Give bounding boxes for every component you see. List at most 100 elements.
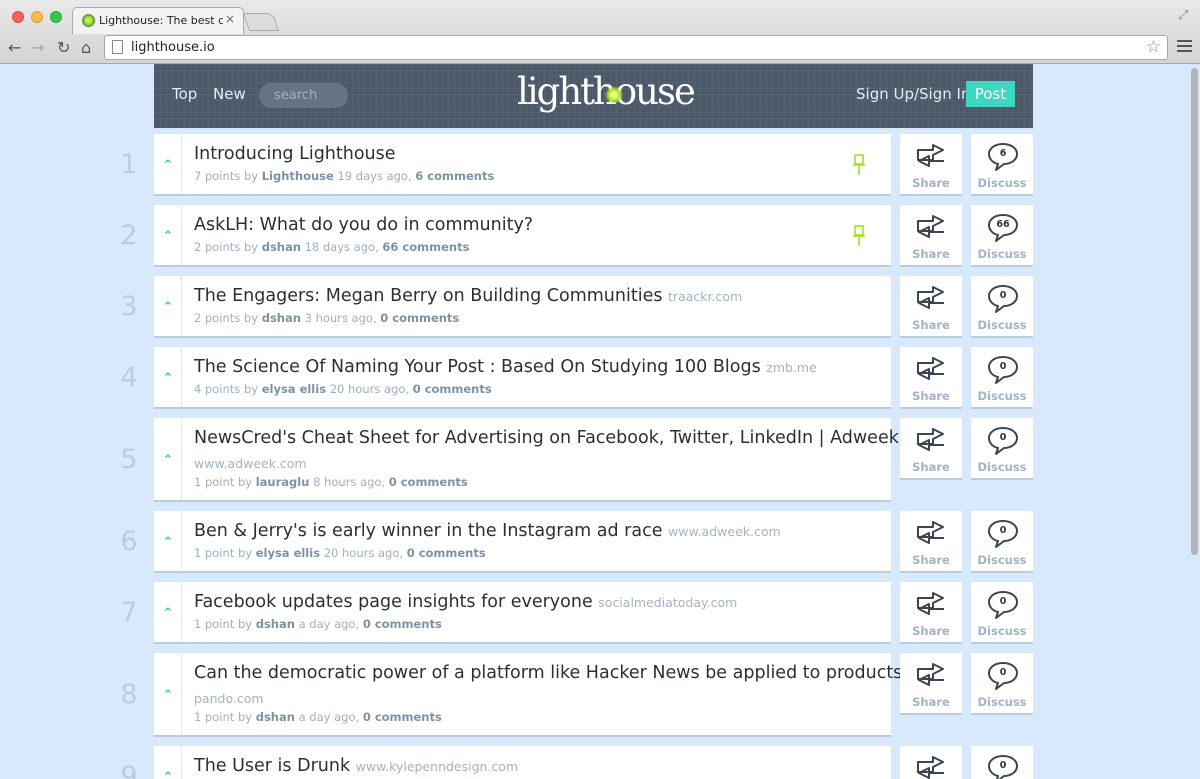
upvote-arrow-icon[interactable]: ⌃ <box>161 453 175 468</box>
page-icon <box>112 40 123 54</box>
post-author[interactable]: dshan <box>256 617 295 631</box>
discuss-button[interactable]: 66 Discuss <box>971 205 1033 267</box>
browser-tab[interactable]: Lighthouse: The best community × <box>72 7 244 34</box>
share-button[interactable]: Share <box>900 582 962 644</box>
share-button[interactable]: Share <box>900 746 962 779</box>
post-domain[interactable]: www.adweek.com <box>668 524 781 539</box>
scrollbar-thumb[interactable] <box>1191 68 1198 555</box>
close-window-button[interactable] <box>12 11 24 23</box>
upvote-arrow-icon[interactable]: ⌃ <box>161 229 175 244</box>
discuss-button[interactable]: 0Discuss <box>971 347 1033 409</box>
post-author[interactable]: dshan <box>262 240 301 254</box>
discuss-button[interactable]: 0Discuss <box>971 276 1033 338</box>
upvote-button[interactable]: ⌃ <box>154 418 182 500</box>
discuss-button[interactable]: 0Discuss <box>971 418 1033 480</box>
comment-count: 0 <box>999 432 1007 443</box>
upvote-button[interactable]: ⌃ <box>154 653 182 735</box>
post-domain[interactable]: traackr.com <box>668 289 742 304</box>
share-button[interactable]: Share <box>900 511 962 573</box>
post-comments-link[interactable]: 6 comments <box>415 169 494 183</box>
post-author[interactable]: elysa ellis <box>262 382 326 396</box>
post-card: ⌃ NewsCred's Cheat Sheet for Advertising … <box>154 418 899 502</box>
share-button[interactable]: Share <box>900 205 962 267</box>
menu-icon[interactable] <box>1177 40 1192 54</box>
discuss-button[interactable]: 6 Discuss <box>971 134 1033 196</box>
post-author[interactable]: elysa ellis <box>256 546 320 560</box>
tab-close-icon[interactable]: × <box>225 12 235 26</box>
search-input[interactable] <box>259 83 348 108</box>
post-card: ⌃ AskLH: What do you do in community? 2 p… <box>154 205 891 267</box>
home-icon[interactable]: ⌂ <box>81 38 91 57</box>
discuss-label: Discuss <box>977 624 1027 638</box>
post-comments-link[interactable]: 0 comments <box>407 546 486 560</box>
upvote-button[interactable]: ⌃ <box>154 582 182 642</box>
url-text[interactable]: lighthouse.io <box>131 40 215 55</box>
nav-top-link[interactable]: Top <box>172 85 197 103</box>
post-comments-link[interactable]: 0 comments <box>363 617 442 631</box>
favicon-icon <box>82 14 95 27</box>
share-button[interactable]: Share <box>900 653 962 715</box>
post-author[interactable]: dshan <box>256 710 295 724</box>
post-title[interactable]: The User is Drunk www.kylepenndesign.com <box>194 756 518 776</box>
share-button[interactable]: Share <box>900 276 962 338</box>
post-comments-link[interactable]: 66 comments <box>382 240 469 254</box>
post-author[interactable]: dshan <box>262 311 301 325</box>
back-icon[interactable]: ← <box>8 38 21 57</box>
post-comments-link[interactable]: 0 comments <box>363 710 442 724</box>
post-comments-link[interactable]: 0 comments <box>380 311 459 325</box>
discuss-button[interactable]: 0Discuss <box>971 582 1033 644</box>
post-author[interactable]: Lighthouse <box>262 169 334 183</box>
share-button[interactable]: Share <box>900 134 962 196</box>
upvote-button[interactable]: ⌃ <box>154 205 182 265</box>
address-bar[interactable]: lighthouse.io ☆ <box>104 35 1168 60</box>
upvote-button[interactable]: ⌃ <box>154 134 182 194</box>
share-button[interactable]: Share <box>900 418 962 480</box>
upvote-arrow-icon[interactable]: ⌃ <box>161 535 175 550</box>
post-title[interactable]: The Engagers: Megan Berry on Building Co… <box>194 286 742 306</box>
share-icon <box>915 590 947 618</box>
upvote-arrow-icon[interactable]: ⌃ <box>161 300 175 315</box>
new-tab-button[interactable] <box>242 13 280 31</box>
post-title[interactable]: AskLH: What do you do in community? <box>194 215 533 235</box>
upvote-button[interactable]: ⌃ <box>154 511 182 571</box>
post-title[interactable]: NewsCred's Cheat Sheet for Advertising o… <box>194 428 899 448</box>
post-rank: 5 <box>120 444 138 475</box>
post-title[interactable]: Introducing Lighthouse <box>194 144 396 164</box>
post-domain[interactable]: www.adweek.com <box>194 456 307 471</box>
upvote-arrow-icon[interactable]: ⌃ <box>161 158 175 173</box>
post-comments-link[interactable]: 0 comments <box>413 382 492 396</box>
zoom-window-button[interactable] <box>50 11 62 23</box>
upvote-arrow-icon[interactable]: ⌃ <box>161 770 175 779</box>
comment-count: 0 <box>999 361 1007 372</box>
nav-new-link[interactable]: New <box>213 85 246 103</box>
share-button[interactable]: Share <box>900 347 962 409</box>
post-title[interactable]: Can the democratic power of a platform l… <box>194 663 912 683</box>
discuss-button[interactable]: 0Discuss <box>971 746 1033 779</box>
upvote-button[interactable]: ⌃ <box>154 347 182 407</box>
discuss-button[interactable]: 0Discuss <box>971 653 1033 715</box>
post-author[interactable]: lauraglu <box>256 475 310 489</box>
fullscreen-icon[interactable]: ⤢ <box>1178 8 1188 23</box>
signin-link[interactable]: Sign Up/Sign In <box>856 85 970 103</box>
post-domain[interactable]: socialmediatoday.com <box>598 595 737 610</box>
post-title[interactable]: Facebook updates page insights for every… <box>194 592 737 612</box>
share-label: Share <box>912 176 950 190</box>
post-title[interactable]: The Science Of Naming Your Post : Based … <box>194 357 817 377</box>
bookmark-star-icon[interactable]: ☆ <box>1146 37 1161 57</box>
upvote-button[interactable]: ⌃ <box>154 746 182 779</box>
upvote-arrow-icon[interactable]: ⌃ <box>161 688 175 703</box>
post-domain[interactable]: www.kylepenndesign.com <box>356 759 518 774</box>
reload-icon[interactable]: ↻ <box>57 38 70 57</box>
forward-icon[interactable]: → <box>31 38 44 57</box>
upvote-arrow-icon[interactable]: ⌃ <box>161 371 175 386</box>
post-title[interactable]: Ben & Jerry's is early winner in the Ins… <box>194 521 781 541</box>
post-comments-link[interactable]: 0 comments <box>389 475 468 489</box>
upvote-button[interactable]: ⌃ <box>154 276 182 336</box>
post-domain[interactable]: pando.com <box>194 691 264 706</box>
upvote-arrow-icon[interactable]: ⌃ <box>161 606 175 621</box>
discuss-button[interactable]: 0Discuss <box>971 511 1033 573</box>
minimize-window-button[interactable] <box>31 11 43 23</box>
share-icon <box>915 213 947 241</box>
post-domain[interactable]: zmb.me <box>766 360 817 375</box>
post-button[interactable]: Post <box>966 81 1015 107</box>
